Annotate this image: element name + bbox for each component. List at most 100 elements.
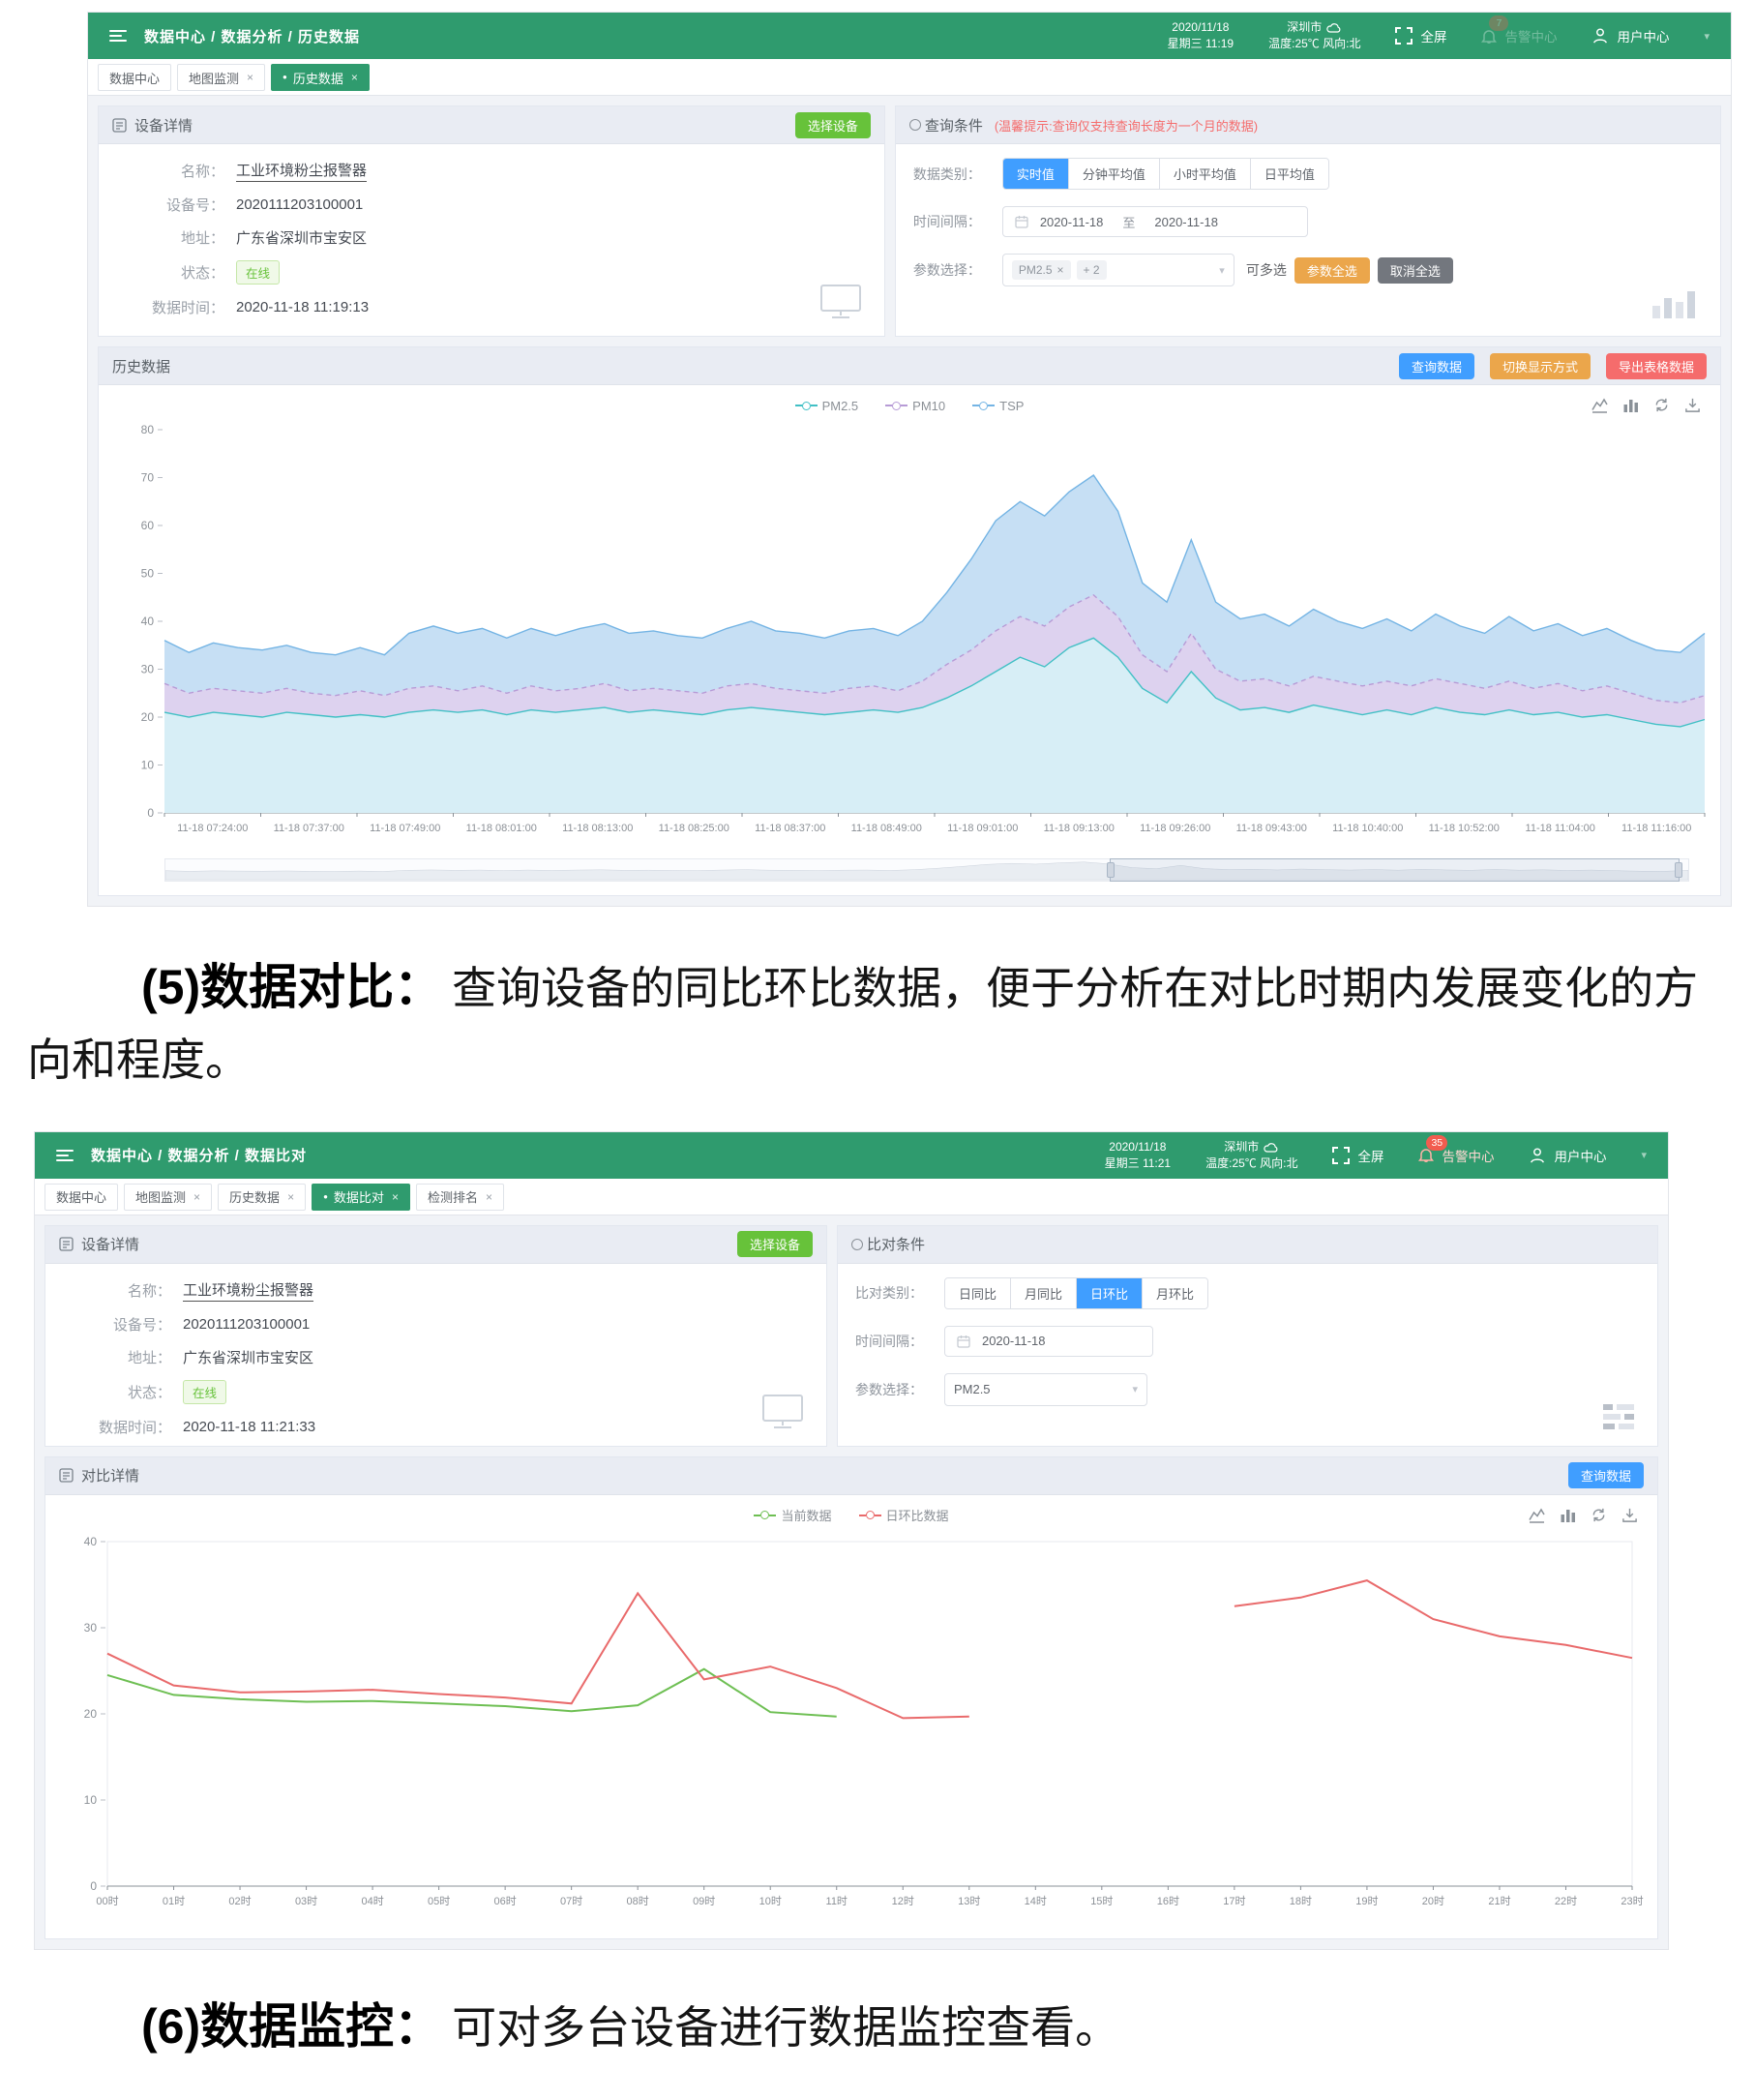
fullscreen-icon bbox=[1332, 1147, 1350, 1164]
circle-icon bbox=[851, 1239, 863, 1250]
svg-text:19时: 19时 bbox=[1355, 1895, 1378, 1907]
legend-marker-icon bbox=[760, 1511, 769, 1519]
svg-text:12时: 12时 bbox=[892, 1895, 914, 1907]
param-multiselect[interactable]: PM2.5× + 2 ▾ bbox=[1002, 254, 1234, 286]
legend-item[interactable]: 日环比数据 bbox=[859, 1506, 949, 1524]
date-range-input[interactable]: 2020-11-18 至 2020-11-18 bbox=[1002, 206, 1308, 237]
tab-data-compare[interactable]: ●数据比对× bbox=[312, 1184, 410, 1211]
query-conditions-panel: 查询条件 (温馨提示:查询仅支持查询长度为一个月的数据) 数据类别： 实时值 分… bbox=[895, 105, 1721, 337]
svg-text:11-18 08:25:00: 11-18 08:25:00 bbox=[659, 823, 729, 834]
legend-item[interactable]: TSP bbox=[972, 399, 1024, 413]
time-range-label: 时间间隔： bbox=[913, 212, 1002, 231]
svg-text:11-18 08:49:00: 11-18 08:49:00 bbox=[851, 823, 922, 834]
tab-history-data[interactable]: 历史数据× bbox=[218, 1184, 306, 1211]
select-device-button[interactable]: 选择设备 bbox=[795, 112, 871, 138]
chip-close-icon[interactable]: × bbox=[1057, 263, 1064, 277]
refresh-icon[interactable] bbox=[1591, 1507, 1607, 1523]
switch-display-button[interactable]: 切换显示方式 bbox=[1490, 353, 1591, 379]
alarm-center-button[interactable]: 35 告警中心 bbox=[1418, 1146, 1494, 1165]
tab-close-icon[interactable]: × bbox=[392, 1190, 399, 1204]
data-type-label: 数据类别： bbox=[913, 165, 1002, 184]
type-day-avg-button[interactable]: 日平均值 bbox=[1250, 159, 1328, 189]
type-month-mom-button[interactable]: 月环比 bbox=[1142, 1278, 1207, 1308]
svg-text:30: 30 bbox=[84, 1621, 98, 1635]
grid-icon bbox=[1601, 1402, 1636, 1436]
tab-detect-rank[interactable]: 检测排名× bbox=[416, 1184, 504, 1211]
legend-item[interactable]: PM10 bbox=[885, 399, 945, 413]
svg-text:11时: 11时 bbox=[826, 1895, 848, 1907]
legend-item[interactable]: PM2.5 bbox=[795, 399, 859, 413]
header-weather: 深圳市 温度:25℃ 风向:北 bbox=[1268, 19, 1360, 52]
datazoom-window[interactable] bbox=[1110, 858, 1680, 882]
line-chart-icon[interactable] bbox=[1591, 397, 1608, 413]
tab-data-center[interactable]: 数据中心 bbox=[45, 1184, 118, 1211]
panel-title: 设备详情 bbox=[81, 1234, 139, 1254]
line-chart-icon[interactable] bbox=[1529, 1507, 1545, 1523]
tab-close-icon[interactable]: × bbox=[247, 71, 253, 84]
screenshot-data-compare: 数据中心 / 数据分析 / 数据比对 2020/11/18 星期三 11:21 … bbox=[34, 1131, 1669, 1950]
param-select[interactable]: PM2.5 ▾ bbox=[944, 1373, 1147, 1406]
query-data-button[interactable]: 查询数据 bbox=[1399, 353, 1474, 379]
svg-text:23时: 23时 bbox=[1621, 1895, 1643, 1907]
svg-text:13时: 13时 bbox=[958, 1895, 980, 1907]
bar-chart-icon[interactable] bbox=[1622, 397, 1639, 413]
device-row-datatime: 数据时间：2020-11-18 11:19:13 bbox=[116, 297, 867, 317]
compare-type-label: 比对类别： bbox=[855, 1283, 944, 1303]
alarm-center-button[interactable]: 7 告警中心 bbox=[1481, 26, 1557, 45]
legend-marker-icon bbox=[892, 402, 901, 410]
bar-chart-icon[interactable] bbox=[1560, 1507, 1576, 1523]
header-datetime: 2020/11/18 星期三 11:19 bbox=[1168, 19, 1234, 52]
tab-close-icon[interactable]: × bbox=[351, 71, 358, 84]
datazoom-left-handle[interactable] bbox=[1107, 862, 1115, 878]
type-realtime-button[interactable]: 实时值 bbox=[1003, 159, 1068, 189]
chevron-down-icon[interactable]: ▾ bbox=[1641, 1149, 1647, 1161]
type-month-yoy-button[interactable]: 月同比 bbox=[1010, 1278, 1076, 1308]
tab-data-center[interactable]: 数据中心 bbox=[98, 64, 171, 91]
date-input[interactable]: 2020-11-18 bbox=[944, 1326, 1153, 1357]
status-badge: 在线 bbox=[236, 260, 280, 285]
device-row-datatime: 数据时间：2020-11-18 11:21:33 bbox=[63, 1417, 809, 1437]
compare-conditions-panel: 比对条件 比对类别： 日同比 月同比 日环比 月环比 时间间隔： bbox=[837, 1225, 1658, 1447]
type-hour-avg-button[interactable]: 小时平均值 bbox=[1159, 159, 1250, 189]
type-day-mom-button[interactable]: 日环比 bbox=[1076, 1278, 1142, 1308]
tab-close-icon[interactable]: × bbox=[486, 1190, 492, 1204]
datazoom-right-handle[interactable] bbox=[1675, 862, 1682, 878]
tab-map-monitor[interactable]: 地图监测× bbox=[124, 1184, 212, 1211]
chevron-down-icon[interactable]: ▾ bbox=[1704, 30, 1710, 43]
fullscreen-button[interactable]: 全屏 bbox=[1395, 26, 1446, 45]
type-minute-avg-button[interactable]: 分钟平均值 bbox=[1068, 159, 1159, 189]
svg-text:05时: 05时 bbox=[428, 1895, 450, 1907]
fullscreen-button[interactable]: 全屏 bbox=[1332, 1146, 1383, 1165]
tab-close-icon[interactable]: × bbox=[193, 1190, 200, 1204]
svg-text:14时: 14时 bbox=[1025, 1895, 1047, 1907]
compare-detail-icon bbox=[59, 1468, 74, 1483]
datazoom-slider[interactable] bbox=[164, 858, 1689, 882]
menu-hamburger-icon[interactable] bbox=[56, 1150, 74, 1161]
svg-text:11-18 10:52:00: 11-18 10:52:00 bbox=[1429, 823, 1500, 834]
download-icon[interactable] bbox=[1621, 1507, 1638, 1523]
select-all-params-button[interactable]: 参数全选 bbox=[1294, 257, 1370, 284]
svg-text:11-18 11:04:00: 11-18 11:04:00 bbox=[1526, 823, 1595, 834]
tab-bar: 数据中心 地图监测× ●历史数据× bbox=[88, 59, 1731, 96]
cancel-all-params-button[interactable]: 取消全选 bbox=[1378, 257, 1453, 284]
header-weather: 深圳市 温度:25℃ 风向:北 bbox=[1205, 1139, 1297, 1172]
device-row-id: 设备号：2020111203100001 bbox=[63, 1314, 809, 1335]
tab-history-data[interactable]: ●历史数据× bbox=[271, 64, 370, 91]
type-day-yoy-button[interactable]: 日同比 bbox=[945, 1278, 1010, 1308]
query-tip: (温馨提示:查询仅支持查询长度为一个月的数据) bbox=[995, 116, 1258, 135]
query-data-button[interactable]: 查询数据 bbox=[1568, 1462, 1644, 1488]
circle-icon bbox=[909, 119, 921, 131]
tab-map-monitor[interactable]: 地图监测× bbox=[177, 64, 265, 91]
menu-hamburger-icon[interactable] bbox=[109, 30, 127, 42]
tab-close-icon[interactable]: × bbox=[287, 1190, 294, 1204]
download-icon[interactable] bbox=[1684, 397, 1701, 413]
legend-item[interactable]: 当前数据 bbox=[754, 1506, 831, 1524]
svg-text:80: 80 bbox=[141, 423, 155, 436]
user-center-button[interactable]: 用户中心 bbox=[1529, 1146, 1606, 1165]
export-table-button[interactable]: 导出表格数据 bbox=[1606, 353, 1707, 379]
user-center-button[interactable]: 用户中心 bbox=[1591, 26, 1669, 45]
refresh-icon[interactable] bbox=[1653, 397, 1670, 413]
param-select-label: 参数选择： bbox=[855, 1380, 944, 1399]
select-device-button[interactable]: 选择设备 bbox=[737, 1231, 813, 1257]
history-chart: 0102030405060708011-18 07:24:0011-18 07:… bbox=[114, 418, 1705, 854]
